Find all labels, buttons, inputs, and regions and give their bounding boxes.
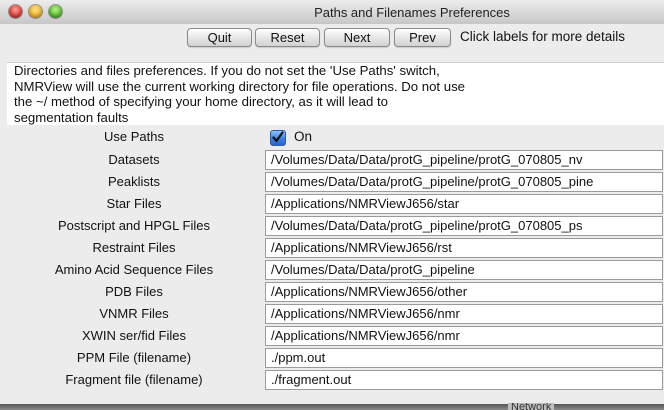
next-button[interactable]: Next	[324, 28, 390, 47]
preferences-window: Paths and Filenames Preferences Quit Res…	[0, 0, 664, 404]
checkmark-icon	[272, 131, 284, 143]
restraint-files-path-input[interactable]: /Applications/NMRViewJ656/rst	[265, 238, 663, 258]
reset-button[interactable]: Reset	[255, 28, 320, 47]
peaklists-label[interactable]: Peaklists	[7, 171, 261, 193]
path-row-postscript: Postscript and HPGL Files /Volumes/Data/…	[7, 215, 664, 237]
path-row-pdb: PDB Files /Applications/NMRViewJ656/othe…	[7, 281, 664, 303]
fragment-file-label[interactable]: Fragment file (filename)	[7, 369, 261, 391]
description-line: NMRView will use the current working dir…	[14, 78, 466, 94]
quit-button[interactable]: Quit	[187, 28, 252, 47]
pdb-files-label[interactable]: PDB Files	[7, 281, 261, 303]
path-row-datasets: Datasets /Volumes/Data/Data/protG_pipeli…	[7, 149, 664, 171]
sequence-files-label[interactable]: Amino Acid Sequence Files	[7, 259, 261, 281]
description-text: Directories and files preferences. If yo…	[7, 62, 664, 125]
toolbar: Quit Reset Next Prev Click labels for mo…	[0, 24, 664, 50]
description-line: Directories and files preferences. If yo…	[14, 63, 440, 78]
title-bar[interactable]: Paths and Filenames Preferences	[0, 0, 664, 25]
xwin-files-path-input[interactable]: /Applications/NMRViewJ656/nmr	[265, 326, 663, 346]
use-paths-checkbox-label[interactable]: On	[294, 126, 312, 148]
path-row-vnmr: VNMR Files /Applications/NMRViewJ656/nmr	[7, 303, 664, 325]
peaklists-path-input[interactable]: /Volumes/Data/Data/protG_pipeline/protG_…	[265, 172, 663, 192]
path-row-restraint: Restraint Files /Applications/NMRViewJ65…	[7, 237, 664, 259]
prev-button[interactable]: Prev	[394, 28, 451, 47]
pdb-files-path-input[interactable]: /Applications/NMRViewJ656/other	[265, 282, 663, 302]
ppm-file-label[interactable]: PPM File (filename)	[7, 347, 261, 369]
datasets-label[interactable]: Datasets	[7, 149, 261, 171]
postscript-hpgl-label[interactable]: Postscript and HPGL Files	[7, 215, 261, 237]
path-row-peaklists: Peaklists /Volumes/Data/Data/protG_pipel…	[7, 171, 664, 193]
use-paths-label[interactable]: Use Paths	[7, 126, 261, 148]
path-row-fragment: Fragment file (filename) ./fragment.out	[7, 369, 664, 391]
help-hint: Click labels for more details	[460, 29, 626, 44]
star-files-path-input[interactable]: /Applications/NMRViewJ656/star	[265, 194, 663, 214]
vnmr-files-path-input[interactable]: /Applications/NMRViewJ656/nmr	[265, 304, 663, 324]
path-row-ppm: PPM File (filename) ./ppm.out	[7, 347, 664, 369]
preferences-panel: Directories and files preferences. If yo…	[7, 52, 664, 404]
ppm-file-input[interactable]: ./ppm.out	[265, 348, 663, 368]
description-line: segmentation faults	[14, 109, 129, 125]
description-line: the ~/ method of specifying your home di…	[14, 94, 388, 109]
use-paths-row: Use Paths On	[7, 126, 664, 148]
path-row-star-files: Star Files /Applications/NMRViewJ656/sta…	[7, 193, 664, 215]
sequence-files-path-input[interactable]: /Volumes/Data/Data/protG_pipeline	[265, 260, 663, 280]
background-window-text: Network	[508, 403, 555, 410]
window-title: Paths and Filenames Preferences	[314, 5, 510, 20]
fragment-file-input[interactable]: ./fragment.out	[265, 370, 663, 390]
path-row-sequence: Amino Acid Sequence Files /Volumes/Data/…	[7, 259, 664, 281]
xwin-files-label[interactable]: XWIN ser/fid Files	[7, 325, 261, 347]
datasets-path-input[interactable]: /Volumes/Data/Data/protG_pipeline/protG_…	[265, 150, 663, 170]
use-paths-checkbox[interactable]	[270, 130, 286, 146]
path-row-xwin: XWIN ser/fid Files /Applications/NMRView…	[7, 325, 664, 347]
star-files-label[interactable]: Star Files	[7, 193, 261, 215]
desktop-background	[0, 404, 664, 410]
restraint-files-label[interactable]: Restraint Files	[7, 237, 261, 259]
postscript-hpgl-path-input[interactable]: /Volumes/Data/Data/protG_pipeline/protG_…	[265, 216, 663, 236]
vnmr-files-label[interactable]: VNMR Files	[7, 303, 261, 325]
